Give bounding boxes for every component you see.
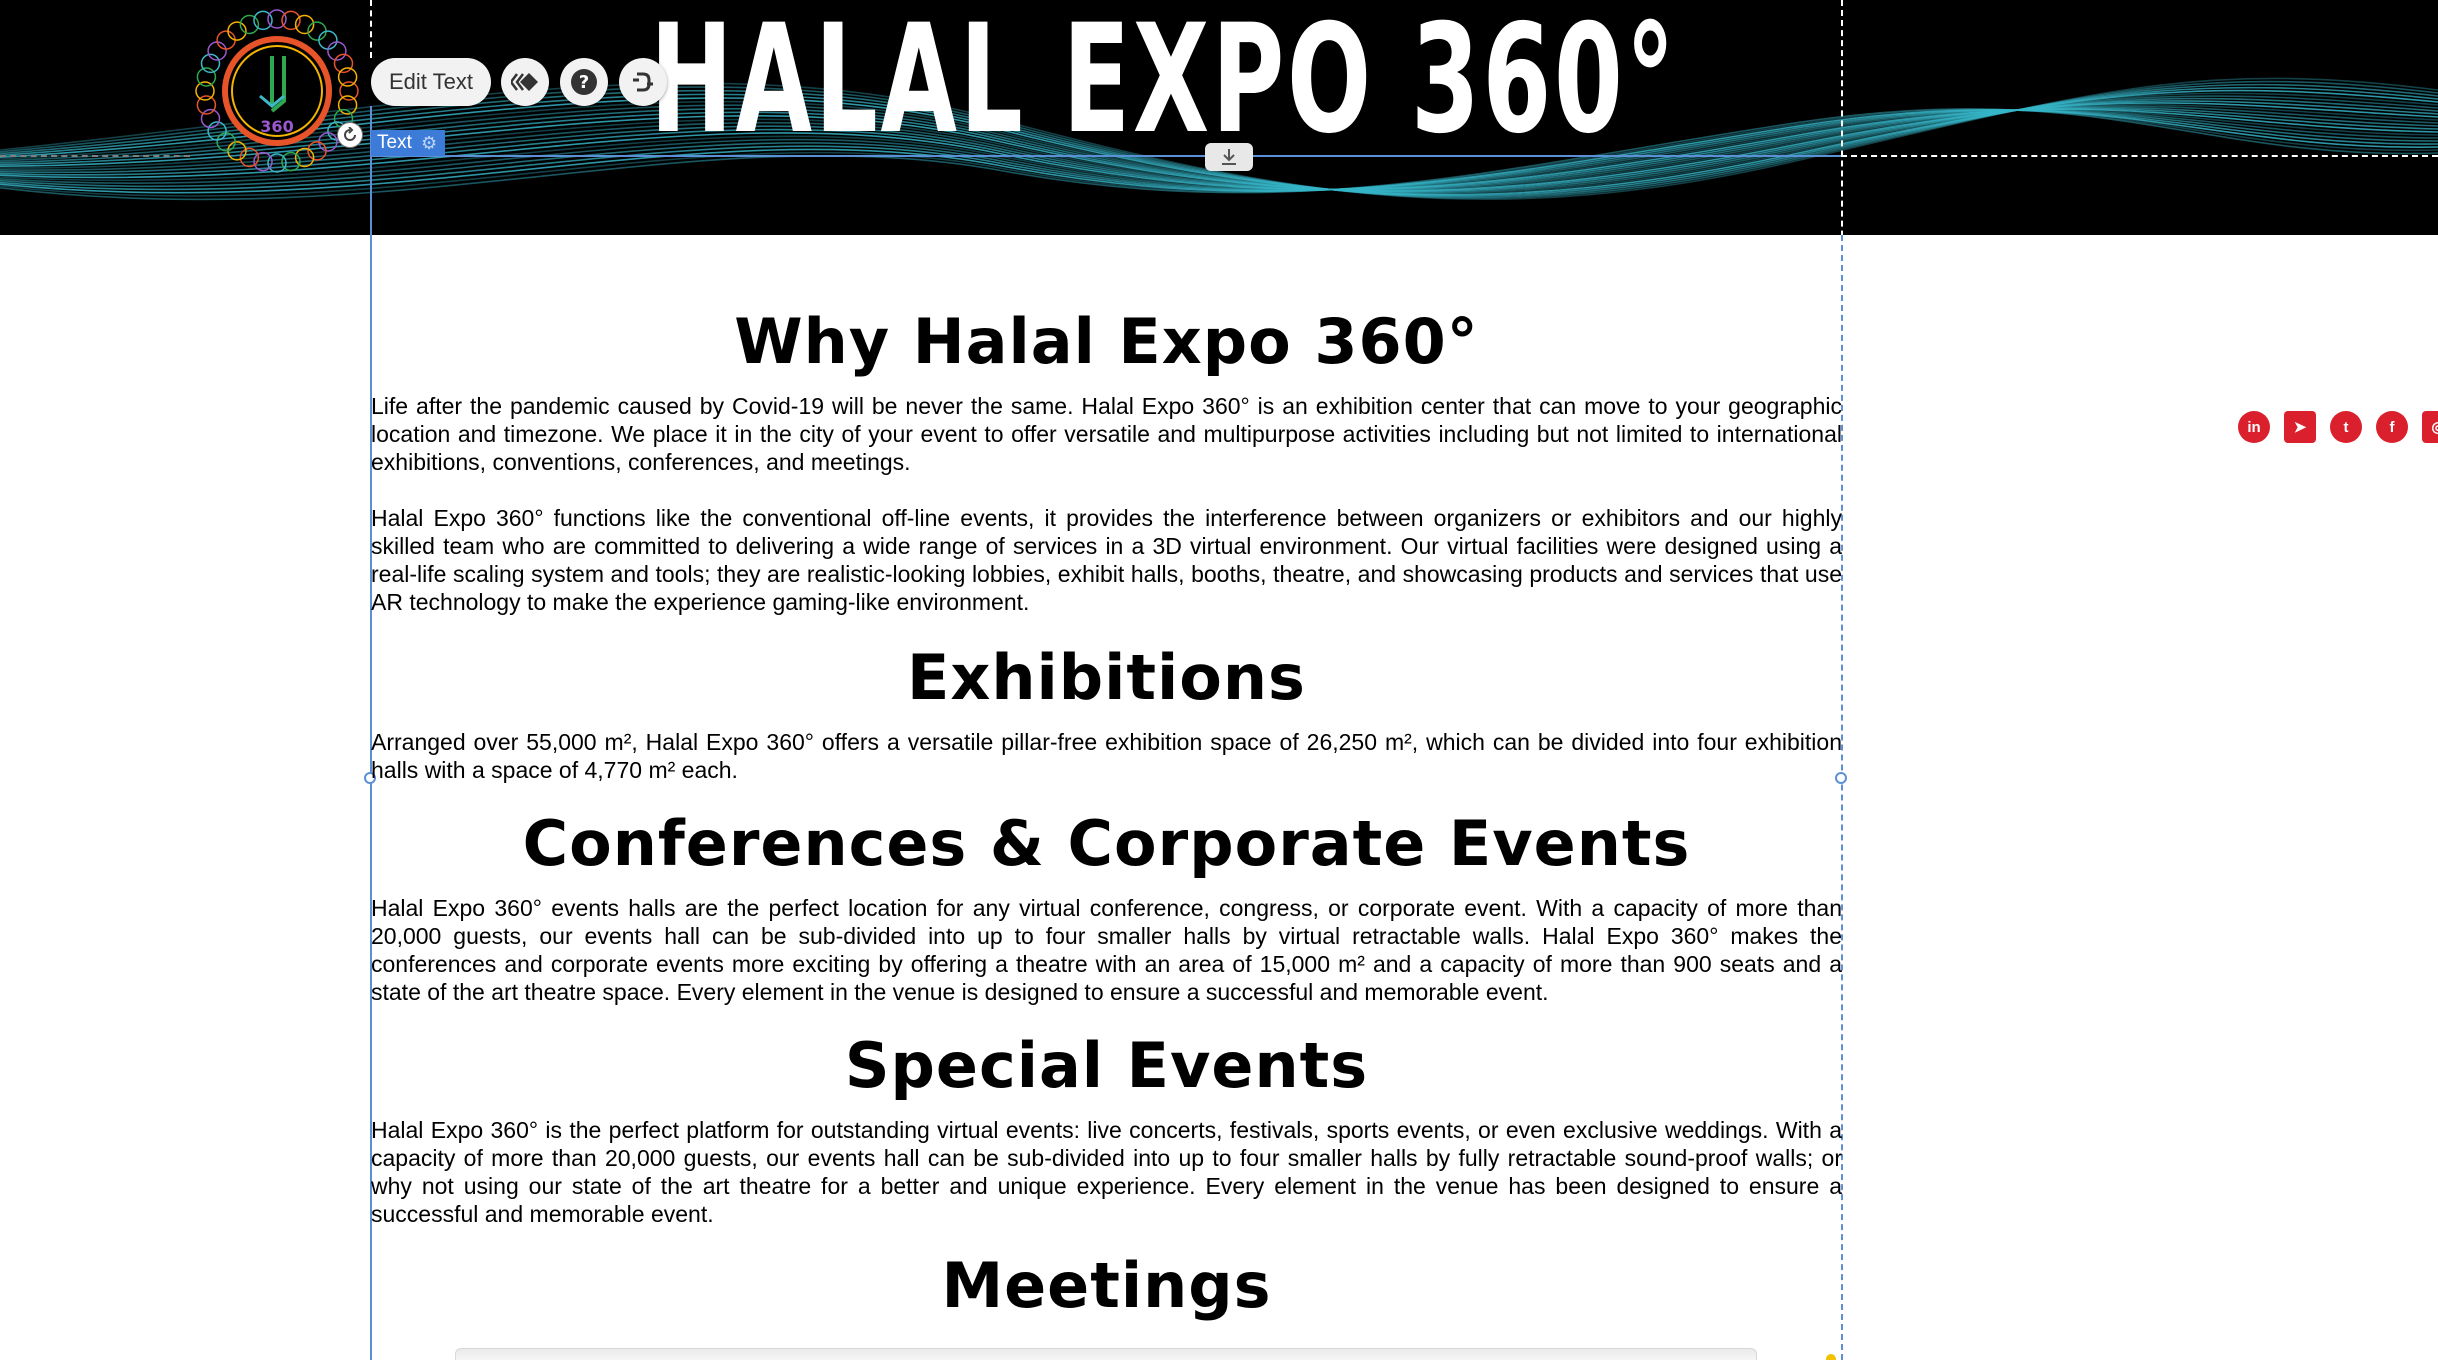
twitter-icon[interactable]: t [2330, 411, 2362, 443]
header-banner: 360 HALAL EXPO 360° [0, 0, 2438, 235]
selection-border-bottom [370, 155, 1841, 157]
animation-button[interactable] [501, 58, 549, 106]
guide-line-horizontal [1841, 155, 2438, 157]
logo-text: 360 [260, 117, 293, 136]
help-icon: ? [571, 69, 597, 95]
paragraph-why-2: Halal Expo 360° functions like the conve… [371, 505, 1842, 615]
section-heading-why: Why Halal Expo 360° [734, 305, 1479, 378]
settings-icon[interactable]: ⚙ [421, 132, 443, 154]
linkedin-icon[interactable]: in [2238, 411, 2270, 443]
page: 360 HALAL EXPO 360° Edit Text ? Text ⚙ W… [0, 0, 2438, 1360]
logo-petal [318, 30, 338, 50]
social-links: in ➤ t f ◎ [2238, 411, 2438, 451]
rotate-icon [344, 127, 356, 141]
site-title[interactable]: HALAL EXPO 360° [650, 0, 1678, 160]
status-dot [1826, 1354, 1836, 1360]
telegram-icon[interactable]: ➤ [2284, 411, 2316, 443]
link-button[interactable] [619, 58, 667, 106]
section-heading-meetings: Meetings [941, 1249, 1272, 1322]
instagram-icon[interactable]: ◎ [2422, 411, 2438, 443]
site-logo[interactable]: 360 [192, 6, 362, 176]
facebook-icon[interactable]: f [2376, 411, 2408, 443]
section-heading-conferences: Conferences & Corporate Events [522, 807, 1691, 880]
animation-icon [511, 73, 538, 91]
main-content: Why Halal Expo 360° Life after the pande… [371, 290, 1842, 1338]
download-handle[interactable] [1205, 143, 1253, 171]
paragraph-exhibitions: Arranged over 55,000 m², Halal Expo 360°… [371, 729, 1842, 783]
guide-line-horizontal-left [0, 155, 190, 157]
section-heading-exhibitions: Exhibitions [907, 641, 1306, 714]
rotate-handle[interactable] [337, 122, 363, 148]
logo-petal [216, 132, 236, 152]
download-icon [1222, 149, 1236, 165]
section-heading-special-events: Special Events [844, 1029, 1369, 1102]
floating-panel-edge [455, 1348, 1757, 1360]
edit-text-button[interactable]: Edit Text [371, 58, 491, 106]
paragraph-special-events: Halal Expo 360° is the perfect platform … [371, 1117, 1842, 1227]
help-button[interactable]: ? [560, 58, 608, 106]
logo-petal [318, 132, 338, 152]
link-icon [633, 72, 653, 92]
svg-text:?: ? [579, 72, 589, 93]
paragraph-conferences: Halal Expo 360° events halls are the per… [371, 895, 1842, 1005]
logo-petal [216, 30, 236, 50]
paragraph-why-1: Life after the pandemic caused by Covid-… [371, 393, 1842, 475]
guide-line-left-dashed [370, 0, 372, 58]
